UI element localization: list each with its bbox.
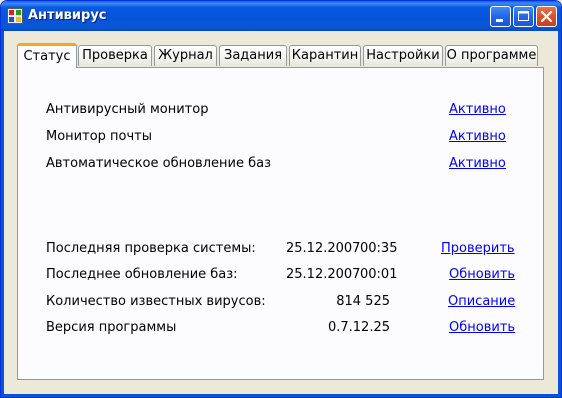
auto-update-status-link[interactable]: Активно <box>449 156 506 171</box>
mail-monitor-status-link[interactable]: Активно <box>449 129 506 144</box>
scan-now-link[interactable]: Проверить <box>441 241 515 256</box>
last-update-time: 00:01 <box>360 267 398 282</box>
version-value: 0.7.12.25 <box>327 320 390 335</box>
tab-tasks[interactable]: Задания <box>219 45 287 66</box>
tab-log[interactable]: Журнал <box>154 45 217 66</box>
window-frame-right <box>558 31 561 397</box>
version-label: Версия программы <box>46 320 177 335</box>
maximize-icon <box>518 11 529 21</box>
app-icon <box>7 8 23 24</box>
window-frame-bottom <box>1 394 561 397</box>
update-databases-link[interactable]: Обновить <box>449 267 515 282</box>
auto-update-label: Автоматическое обновление баз <box>46 156 272 171</box>
tab-settings[interactable]: Настройки <box>363 45 443 66</box>
last-scan-label: Последняя проверка системы: <box>46 241 256 256</box>
virus-count-label: Количество известных вирусов: <box>46 294 266 309</box>
virus-description-link[interactable]: Описание <box>448 294 515 309</box>
tab-about[interactable]: О программе <box>445 45 538 66</box>
tab-scan[interactable]: Проверка <box>78 45 152 66</box>
tab-quarantine[interactable]: Карантин <box>289 45 361 66</box>
mail-monitor-label: Монитор почты <box>46 129 152 144</box>
last-scan-time: 00:35 <box>360 241 398 256</box>
title-bar[interactable]: Антивирус <box>1 1 561 31</box>
tab-status[interactable]: Статус <box>17 43 77 68</box>
close-button[interactable] <box>536 6 557 27</box>
status-panel: Антивирусный монитор Активно Монитор поч… <box>17 67 544 380</box>
maximize-button[interactable] <box>513 6 534 27</box>
minimize-icon <box>496 19 503 22</box>
antivirus-monitor-status-link[interactable]: Активно <box>449 102 506 117</box>
virus-count-value: 814 525 <box>336 294 390 309</box>
app-window: Антивирус Статус Проверка Журнал Задания… <box>0 0 562 398</box>
window-frame-left <box>1 31 4 397</box>
minimize-button[interactable] <box>490 6 511 27</box>
antivirus-monitor-label: Антивирусный монитор <box>46 102 209 117</box>
window-title: Антивирус <box>28 8 107 23</box>
close-icon <box>540 10 553 23</box>
last-update-date: 25.12.2007 <box>286 267 361 282</box>
last-update-label: Последнее обновление баз: <box>46 267 238 282</box>
update-program-link[interactable]: Обновить <box>449 320 515 335</box>
last-scan-date: 25.12.2007 <box>286 241 361 256</box>
